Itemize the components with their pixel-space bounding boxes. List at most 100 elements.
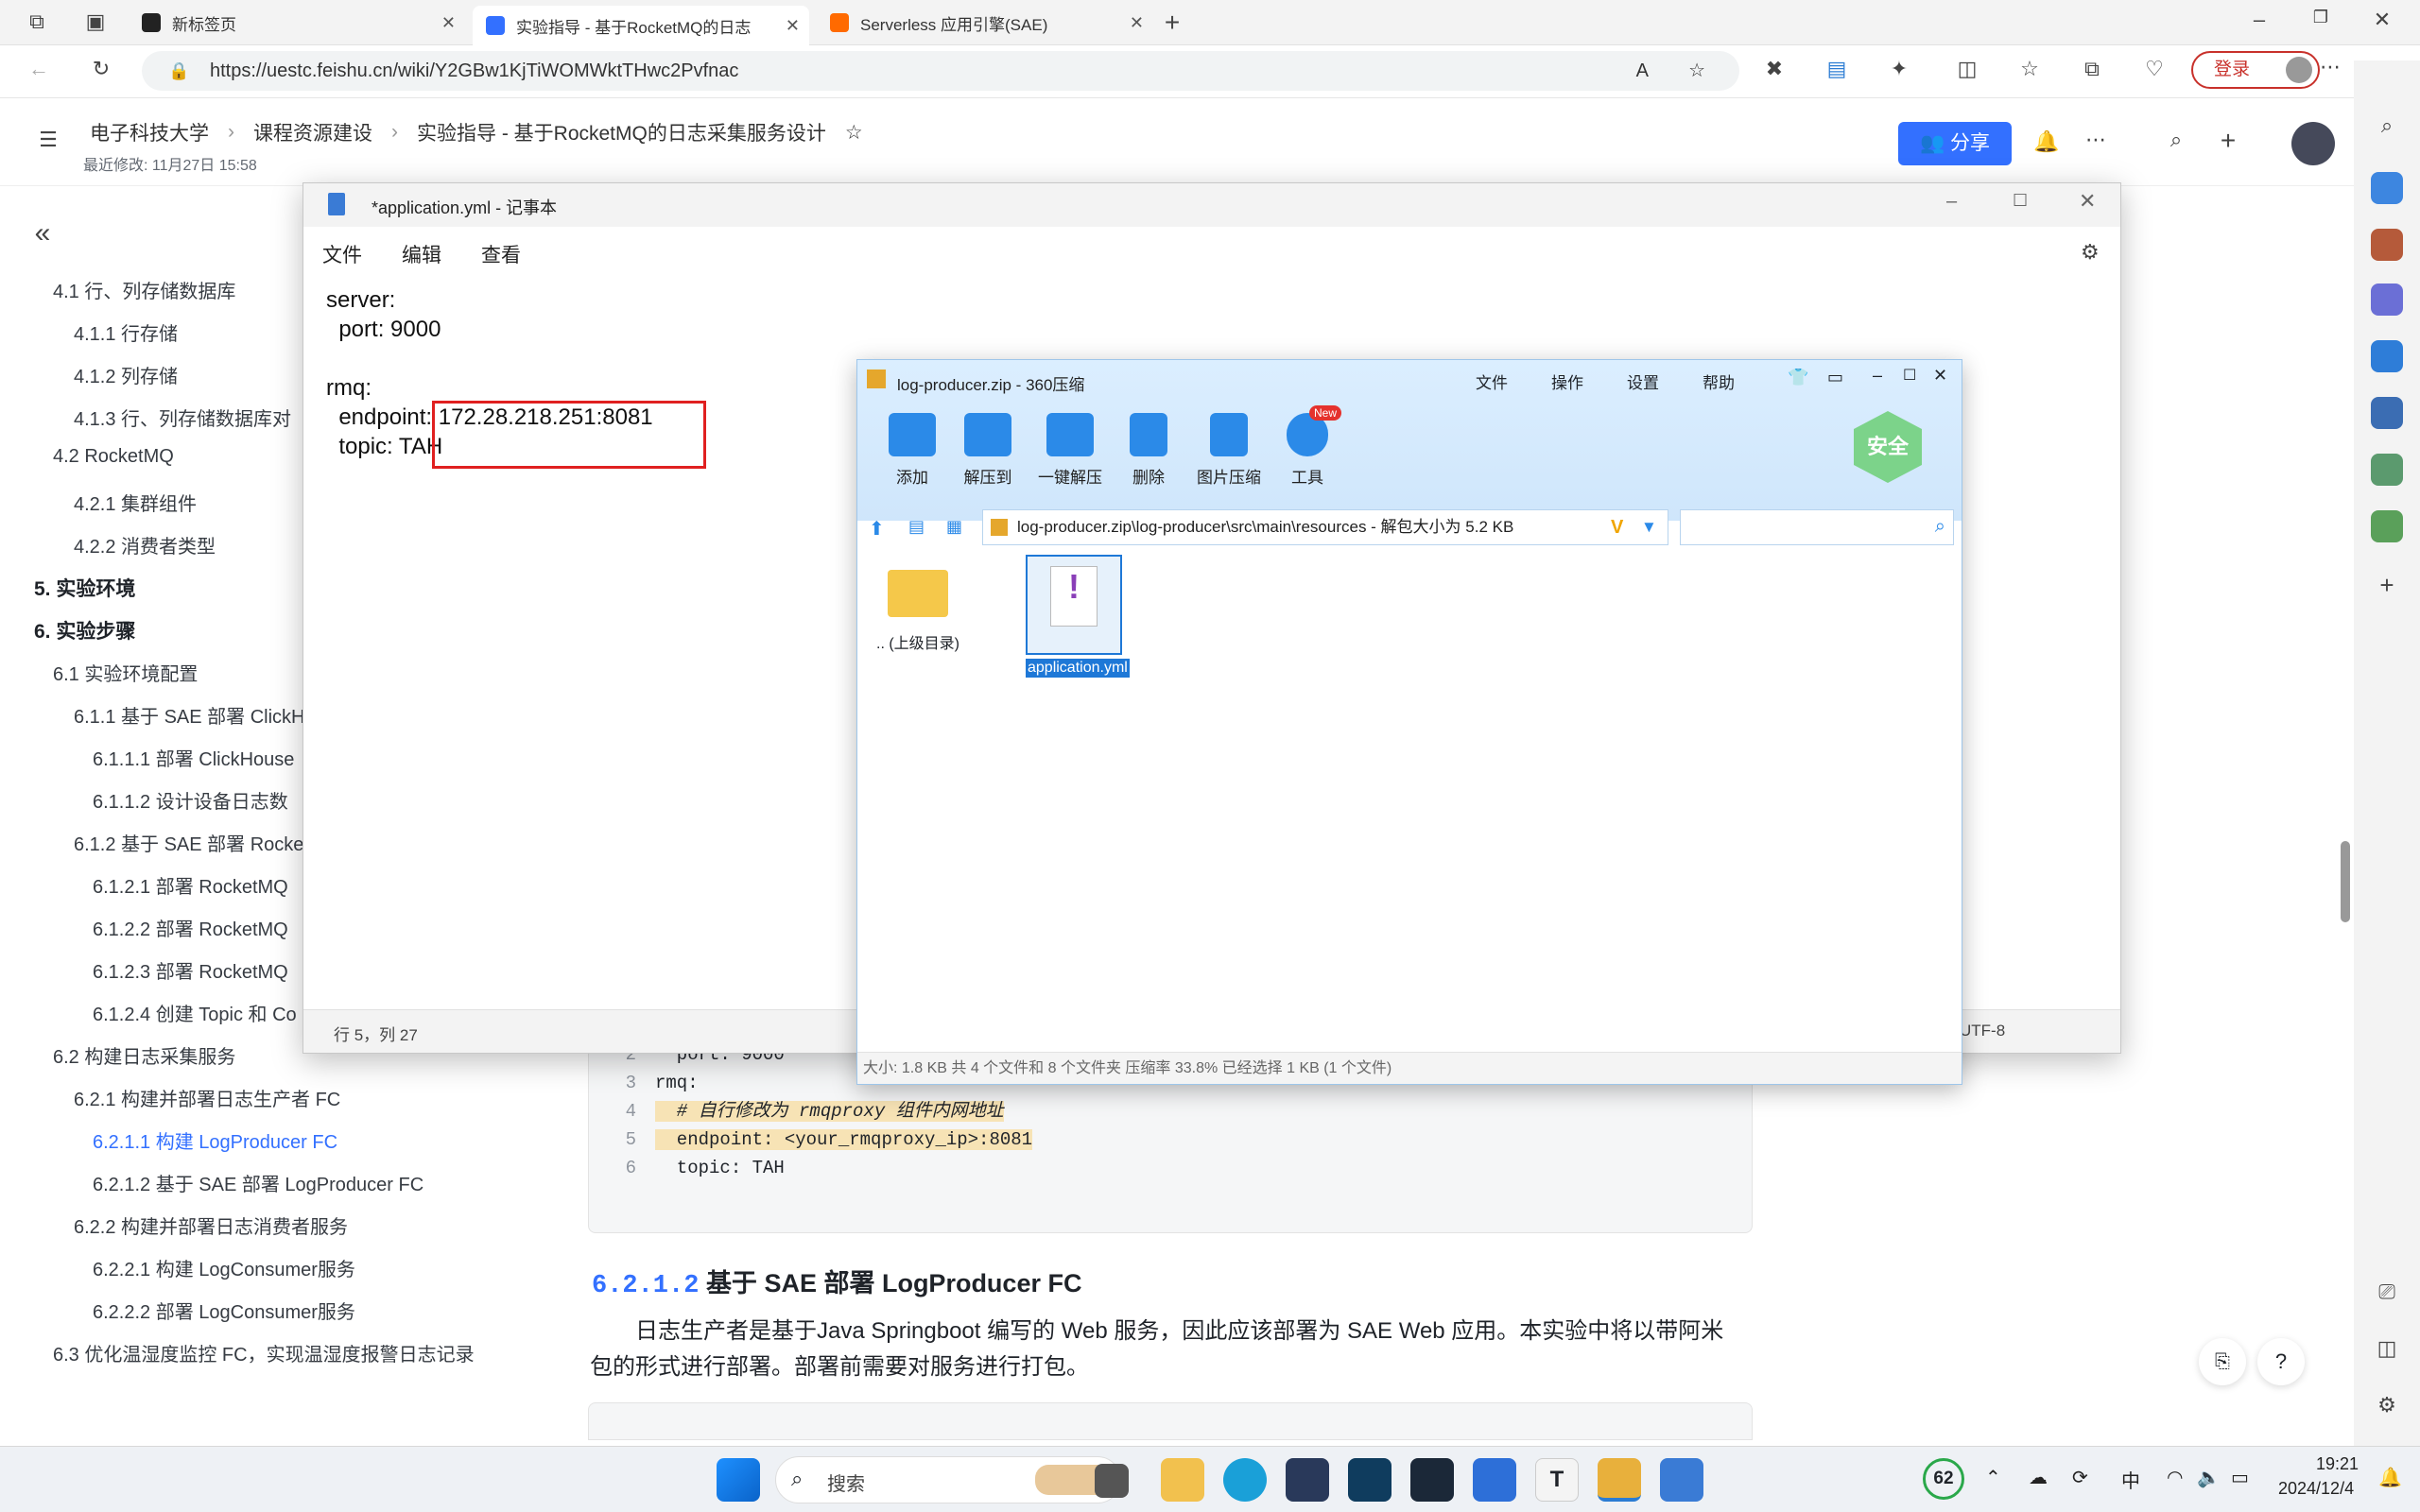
extension-icon[interactable]: ▤ bbox=[1823, 57, 1851, 81]
toc-item[interactable]: 6.2.2 构建并部署日志消费者服务 bbox=[74, 1211, 348, 1239]
one-click-extract-button[interactable]: 一键解压 bbox=[1026, 413, 1115, 488]
wifi-icon[interactable]: ◠ bbox=[2167, 1466, 2183, 1489]
maximize-icon[interactable]: ☐ bbox=[2013, 191, 2028, 211]
grid-view-icon[interactable]: ▦ bbox=[946, 517, 962, 537]
notepad-titlebar[interactable]: *application.yml - 记事本 – ☐ ✕ bbox=[303, 183, 2120, 227]
toc-item[interactable]: 6.2.1.2 基于 SAE 部署 LogProducer FC bbox=[93, 1169, 424, 1196]
toc-item[interactable]: 4.2.2 消费者类型 bbox=[74, 531, 216, 558]
settings-icon[interactable]: ⚙ bbox=[2081, 240, 2100, 265]
toc-item[interactable]: 5. 实验环境 bbox=[34, 574, 135, 602]
collapse-sidebar-icon[interactable]: « bbox=[28, 217, 57, 249]
feedback-icon[interactable]: ▭ bbox=[1827, 368, 1843, 387]
app-icon[interactable] bbox=[2371, 229, 2403, 261]
battery-icon[interactable]: ▭ bbox=[2231, 1466, 2249, 1489]
maximize-icon[interactable]: ☐ bbox=[1903, 366, 1916, 385]
badge-counter[interactable]: 62 bbox=[1923, 1458, 1964, 1500]
close-icon[interactable]: ✕ bbox=[1933, 366, 1947, 386]
login-button[interactable]: 登录 bbox=[2191, 51, 2320, 89]
share-button[interactable]: 👥 分享 bbox=[1898, 122, 2012, 165]
close-window-icon[interactable]: ✕ bbox=[2368, 8, 2396, 32]
bell-icon[interactable]: 🔔 bbox=[2032, 129, 2061, 154]
screenshot-icon[interactable] bbox=[2371, 340, 2403, 372]
sidebar-toggle-icon[interactable]: ◫ bbox=[2373, 1336, 2401, 1361]
close-tab-icon[interactable]: ✕ bbox=[786, 16, 800, 36]
zip-window[interactable]: log-producer.zip - 360压缩 文件 操作 设置 帮助 👕 ▭… bbox=[856, 359, 1962, 1085]
up-arrow-icon[interactable]: ⬆ bbox=[869, 517, 885, 541]
toc-item[interactable]: 6.1.1 基于 SAE 部署 ClickH bbox=[74, 701, 305, 729]
search-icon[interactable]: ⌕ bbox=[2373, 113, 2401, 138]
help-icon[interactable]: ? bbox=[2257, 1338, 2305, 1385]
toc-item[interactable]: 6.1.1.1 部署 ClickHouse bbox=[93, 744, 294, 771]
skin-icon[interactable]: 👕 bbox=[1788, 368, 1808, 387]
toc-item[interactable]: 4.2 RocketMQ bbox=[53, 446, 174, 468]
extension-x-icon[interactable]: ✖ bbox=[1760, 57, 1789, 81]
image-compress-button[interactable]: 图片压缩 bbox=[1186, 413, 1271, 488]
menu-file[interactable]: 文件 bbox=[1476, 369, 1508, 393]
favorites-icon[interactable]: ☆ bbox=[2015, 57, 2044, 81]
search-icon[interactable]: ⌕ bbox=[1935, 516, 1945, 538]
toc-item[interactable]: 6.2.2.2 部署 LogConsumer服务 bbox=[93, 1297, 355, 1324]
tab-new-tab[interactable]: 新标签页 ✕ bbox=[129, 6, 465, 40]
close-tab-icon[interactable]: ✕ bbox=[1130, 13, 1144, 33]
menu-toggle-icon[interactable]: ☰ bbox=[34, 128, 62, 152]
toc-item[interactable]: 6.1.1.2 设计设备日志数 bbox=[93, 786, 288, 814]
toc-item[interactable]: 4.1.1 行存储 bbox=[74, 318, 178, 346]
scrollbar[interactable] bbox=[2341, 841, 2350, 922]
tab-experiment-guide[interactable]: 实验指导 - 基于RocketMQ的日志 ✕ bbox=[473, 6, 809, 45]
close-icon[interactable]: ✕ bbox=[2079, 189, 2096, 214]
file-item-parent[interactable]: .. (上级目录) bbox=[871, 560, 965, 653]
toc-item[interactable]: 6. 实验步骤 bbox=[34, 616, 135, 644]
breadcrumb-item[interactable]: 电子科技大学 bbox=[90, 118, 209, 146]
toc-item[interactable]: 6.1.2 基于 SAE 部署 Rocke bbox=[74, 829, 303, 856]
delete-button[interactable]: 删除 bbox=[1111, 413, 1186, 488]
workspaces-icon[interactable]: ⧉ bbox=[23, 9, 51, 34]
toc-item[interactable]: 4.1.2 列存储 bbox=[74, 361, 178, 388]
toc-item[interactable]: 6.1.2.1 部署 RocketMQ bbox=[93, 871, 288, 899]
toc-item[interactable]: 6.1.2.4 创建 Topic 和 Co bbox=[93, 999, 297, 1026]
volume-icon[interactable]: 🔈 bbox=[2197, 1466, 2221, 1489]
file-item-application-yml[interactable]: ! bbox=[1026, 555, 1122, 655]
taskbar-search[interactable]: ⌕ 搜索 bbox=[775, 1456, 1121, 1503]
menu-file[interactable]: 文件 bbox=[322, 240, 362, 268]
steam-icon[interactable] bbox=[1410, 1458, 1454, 1502]
ai-assistant-icon[interactable] bbox=[2371, 284, 2403, 316]
toc-item[interactable]: 6.1.2.2 部署 RocketMQ bbox=[93, 914, 288, 941]
add-icon[interactable]: + bbox=[2214, 126, 2242, 156]
collections-icon[interactable]: ⧉ bbox=[2078, 57, 2106, 81]
chevron-up-icon[interactable]: ⌃ bbox=[1985, 1466, 2001, 1489]
search-icon[interactable]: ⌕ bbox=[2162, 128, 2190, 152]
notification-icon[interactable]: 🔔 bbox=[2378, 1466, 2402, 1489]
task-view-icon[interactable] bbox=[1095, 1464, 1129, 1498]
app-icon[interactable] bbox=[1348, 1458, 1392, 1502]
address-bar[interactable]: 🔒 https://uestc.feishu.cn/wiki/Y2GBw1KjT… bbox=[142, 51, 1739, 91]
notepad-icon[interactable] bbox=[1660, 1458, 1703, 1502]
menu-operation[interactable]: 操作 bbox=[1551, 369, 1583, 393]
search-input[interactable]: ⌕ bbox=[1680, 509, 1954, 545]
split-screen-icon[interactable]: ◫ bbox=[1953, 57, 1981, 81]
tag-icon[interactable] bbox=[2371, 172, 2403, 204]
minimize-icon[interactable]: – bbox=[1946, 191, 1957, 213]
cloud-icon[interactable]: ☁ bbox=[2029, 1466, 2048, 1489]
maximize-icon[interactable]: ❐ bbox=[2307, 8, 2335, 27]
tools-button[interactable]: 工具 New bbox=[1270, 405, 1345, 488]
toc-item[interactable]: 6.2 构建日志采集服务 bbox=[53, 1041, 235, 1069]
star-icon[interactable]: ☆ bbox=[845, 121, 863, 145]
extensions-icon[interactable]: ✦ bbox=[1885, 57, 1913, 81]
close-tab-icon[interactable]: ✕ bbox=[441, 13, 456, 33]
new-tab-icon[interactable]: + bbox=[1158, 8, 1186, 38]
more-icon[interactable]: ⋯ bbox=[2316, 55, 2344, 79]
toc-item[interactable]: 6.1 实验环境配置 bbox=[53, 659, 198, 686]
toc-item[interactable]: 4.2.1 集群组件 bbox=[74, 489, 197, 516]
clock-time[interactable]: 19:21 bbox=[2316, 1454, 2359, 1474]
screen-capture-icon[interactable] bbox=[2371, 397, 2403, 429]
toc-item[interactable]: 4.1.3 行、列存储数据库对 bbox=[74, 404, 291, 431]
back-icon[interactable]: ← bbox=[25, 57, 53, 81]
toc-item[interactable]: 6.3 优化温湿度监控 FC，实现温湿度报警日志记录 bbox=[53, 1339, 475, 1366]
path-bar[interactable]: log-producer.zip\log-producer\src\main\r… bbox=[982, 509, 1668, 545]
doc-tools-icon[interactable]: ⎘ bbox=[2199, 1338, 2246, 1385]
extract-to-button[interactable]: 解压到 bbox=[950, 413, 1026, 488]
menu-help[interactable]: 帮助 bbox=[1703, 369, 1735, 393]
tab-sae[interactable]: Serverless 应用引擎(SAE) ✕ bbox=[817, 6, 1153, 40]
avatar[interactable] bbox=[2291, 122, 2335, 165]
menu-settings[interactable]: 设置 bbox=[1627, 369, 1659, 393]
